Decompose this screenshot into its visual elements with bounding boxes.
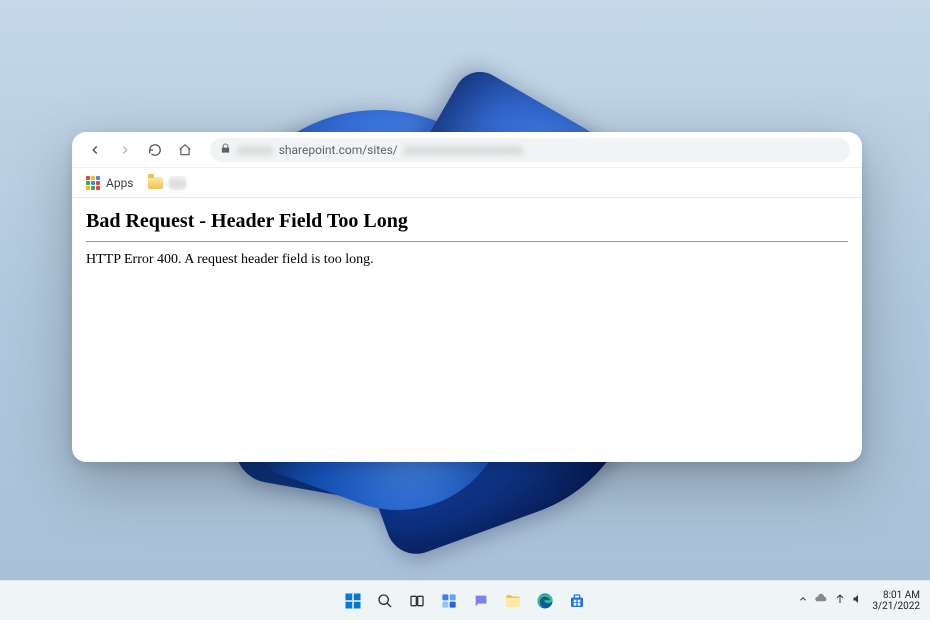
address-bar[interactable]: xxxxxx sharepoint.com/sites/ xxxxxxxxxxx…	[210, 138, 850, 162]
page-content: Bad Request - Header Field Too Long HTTP…	[72, 198, 862, 462]
widgets-button[interactable]	[436, 588, 462, 614]
url-prefix-blurred: xxxxxx	[237, 143, 273, 157]
start-button[interactable]	[340, 588, 366, 614]
reload-button[interactable]	[144, 139, 166, 161]
browser-toolbar: xxxxxx sharepoint.com/sites/ xxxxxxxxxxx…	[72, 132, 862, 168]
clock-time: 8:01 AM	[883, 590, 920, 601]
taskbar-center	[340, 588, 590, 614]
url-suffix-blurred: xxxxxxxxxxxxxxxxxxxx	[404, 143, 523, 157]
task-view-button[interactable]	[404, 588, 430, 614]
chat-button[interactable]	[468, 588, 494, 614]
lock-icon	[220, 143, 231, 157]
system-tray: 8:01 AM 3/21/2022	[798, 590, 920, 612]
home-button[interactable]	[174, 139, 196, 161]
forward-button[interactable]	[114, 139, 136, 161]
back-button[interactable]	[84, 139, 106, 161]
apps-label: Apps	[106, 176, 134, 190]
tray-volume-icon[interactable]	[852, 593, 864, 608]
store-button[interactable]	[564, 588, 590, 614]
tray-chevron-icon[interactable]	[798, 594, 808, 607]
tray-network-icon[interactable]	[834, 593, 846, 608]
browser-window: xxxxxx sharepoint.com/sites/ xxxxxxxxxxx…	[72, 132, 862, 462]
bookmark-folder-label: xxx	[169, 176, 187, 190]
search-button[interactable]	[372, 588, 398, 614]
error-body: HTTP Error 400. A request header field i…	[86, 252, 848, 268]
file-explorer-button[interactable]	[500, 588, 526, 614]
tray-onedrive-icon[interactable]	[814, 592, 828, 609]
apps-shortcut[interactable]: Apps	[86, 176, 134, 190]
edge-button[interactable]	[532, 588, 558, 614]
taskbar-clock[interactable]: 8:01 AM 3/21/2022	[872, 590, 920, 612]
error-heading: Bad Request - Header Field Too Long	[86, 210, 848, 233]
apps-icon	[86, 176, 100, 190]
folder-icon	[148, 177, 163, 189]
bookmarks-bar: Apps xxx	[72, 168, 862, 198]
taskbar: 8:01 AM 3/21/2022	[0, 580, 930, 620]
clock-date: 3/21/2022	[872, 601, 920, 612]
bookmark-folder[interactable]: xxx	[148, 176, 187, 190]
divider	[86, 241, 848, 242]
url-visible: sharepoint.com/sites/	[279, 143, 398, 157]
